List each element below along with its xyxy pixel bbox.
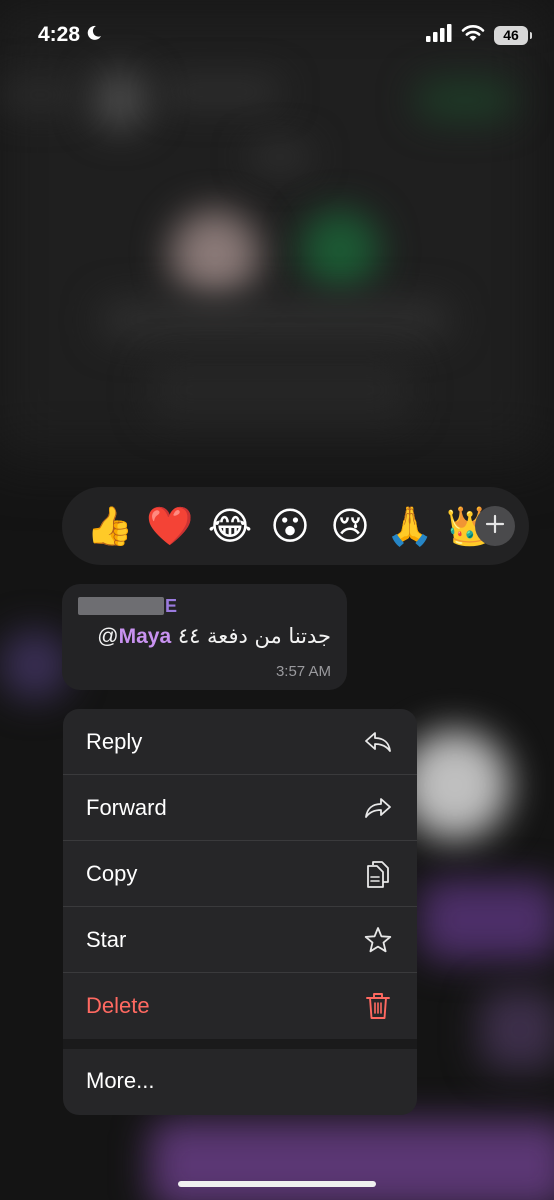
home-indicator[interactable] <box>178 1181 376 1187</box>
reaction-surprised[interactable]: 😮 <box>260 496 320 556</box>
message-text: جدتنا من دفعة ٤٤ <box>177 624 331 648</box>
moon-icon <box>86 23 102 47</box>
wifi-icon <box>461 24 485 47</box>
reaction-laughing[interactable]: 😂 <box>200 496 260 556</box>
sender-name-suffix: E <box>165 595 178 616</box>
add-reaction-button[interactable] <box>475 506 515 546</box>
menu-item-label: Delete <box>86 993 150 1018</box>
forward-icon <box>363 793 393 823</box>
message-text-row: جدتنا من دفعة ٤٤ @Maya <box>78 624 331 649</box>
sender-name: E <box>78 594 331 618</box>
message-timestamp: 3:57 AM <box>275 663 331 680</box>
status-right-group: 46 <box>426 23 532 47</box>
menu-item-label: Reply <box>86 728 143 754</box>
menu-item-more[interactable]: More... <box>63 1049 417 1113</box>
menu-item-forward[interactable]: Forward <box>63 775 417 841</box>
status-bar: 4:28 46 <box>0 0 554 70</box>
plus-icon <box>485 514 505 539</box>
context-menu: Reply Forward Copy Star Delete More... <box>63 709 417 1115</box>
menu-item-star[interactable]: Star <box>63 907 417 973</box>
reaction-crying[interactable]: 😢 <box>320 496 380 556</box>
status-time-group: 4:28 <box>38 23 102 47</box>
menu-item-label: Copy <box>86 860 138 886</box>
status-time: 4:28 <box>38 23 81 46</box>
mention-group: @Maya <box>97 624 171 649</box>
redacted-sender-name <box>78 597 164 615</box>
mention-name[interactable]: Maya <box>119 625 172 648</box>
menu-item-reply[interactable]: Reply <box>63 709 417 775</box>
reaction-thumbs-up[interactable]: 👍 <box>80 496 140 556</box>
menu-item-delete[interactable]: Delete <box>63 973 417 1039</box>
reaction-heart[interactable]: ❤️ <box>140 496 200 556</box>
mention-at-sign: @ <box>97 625 119 648</box>
menu-item-label: Forward <box>86 794 167 820</box>
battery-icon: 46 <box>494 25 532 45</box>
star-icon <box>363 925 393 955</box>
reply-icon <box>363 727 393 757</box>
signal-icon <box>426 23 452 47</box>
message-bubble: E جدتنا من دفعة ٤٤ @Maya 3:57 AM <box>62 584 347 690</box>
menu-separator <box>63 1039 417 1049</box>
menu-item-copy[interactable]: Copy <box>63 841 417 907</box>
reaction-pray[interactable]: 🙏 <box>380 496 440 556</box>
menu-item-label: More... <box>86 1068 155 1093</box>
menu-item-label: Star <box>86 926 127 952</box>
copy-icon <box>363 859 393 889</box>
reaction-bar: 👍 ❤️ 😂 😮 😢 🙏 👑 <box>62 487 529 565</box>
trash-icon <box>363 991 393 1021</box>
